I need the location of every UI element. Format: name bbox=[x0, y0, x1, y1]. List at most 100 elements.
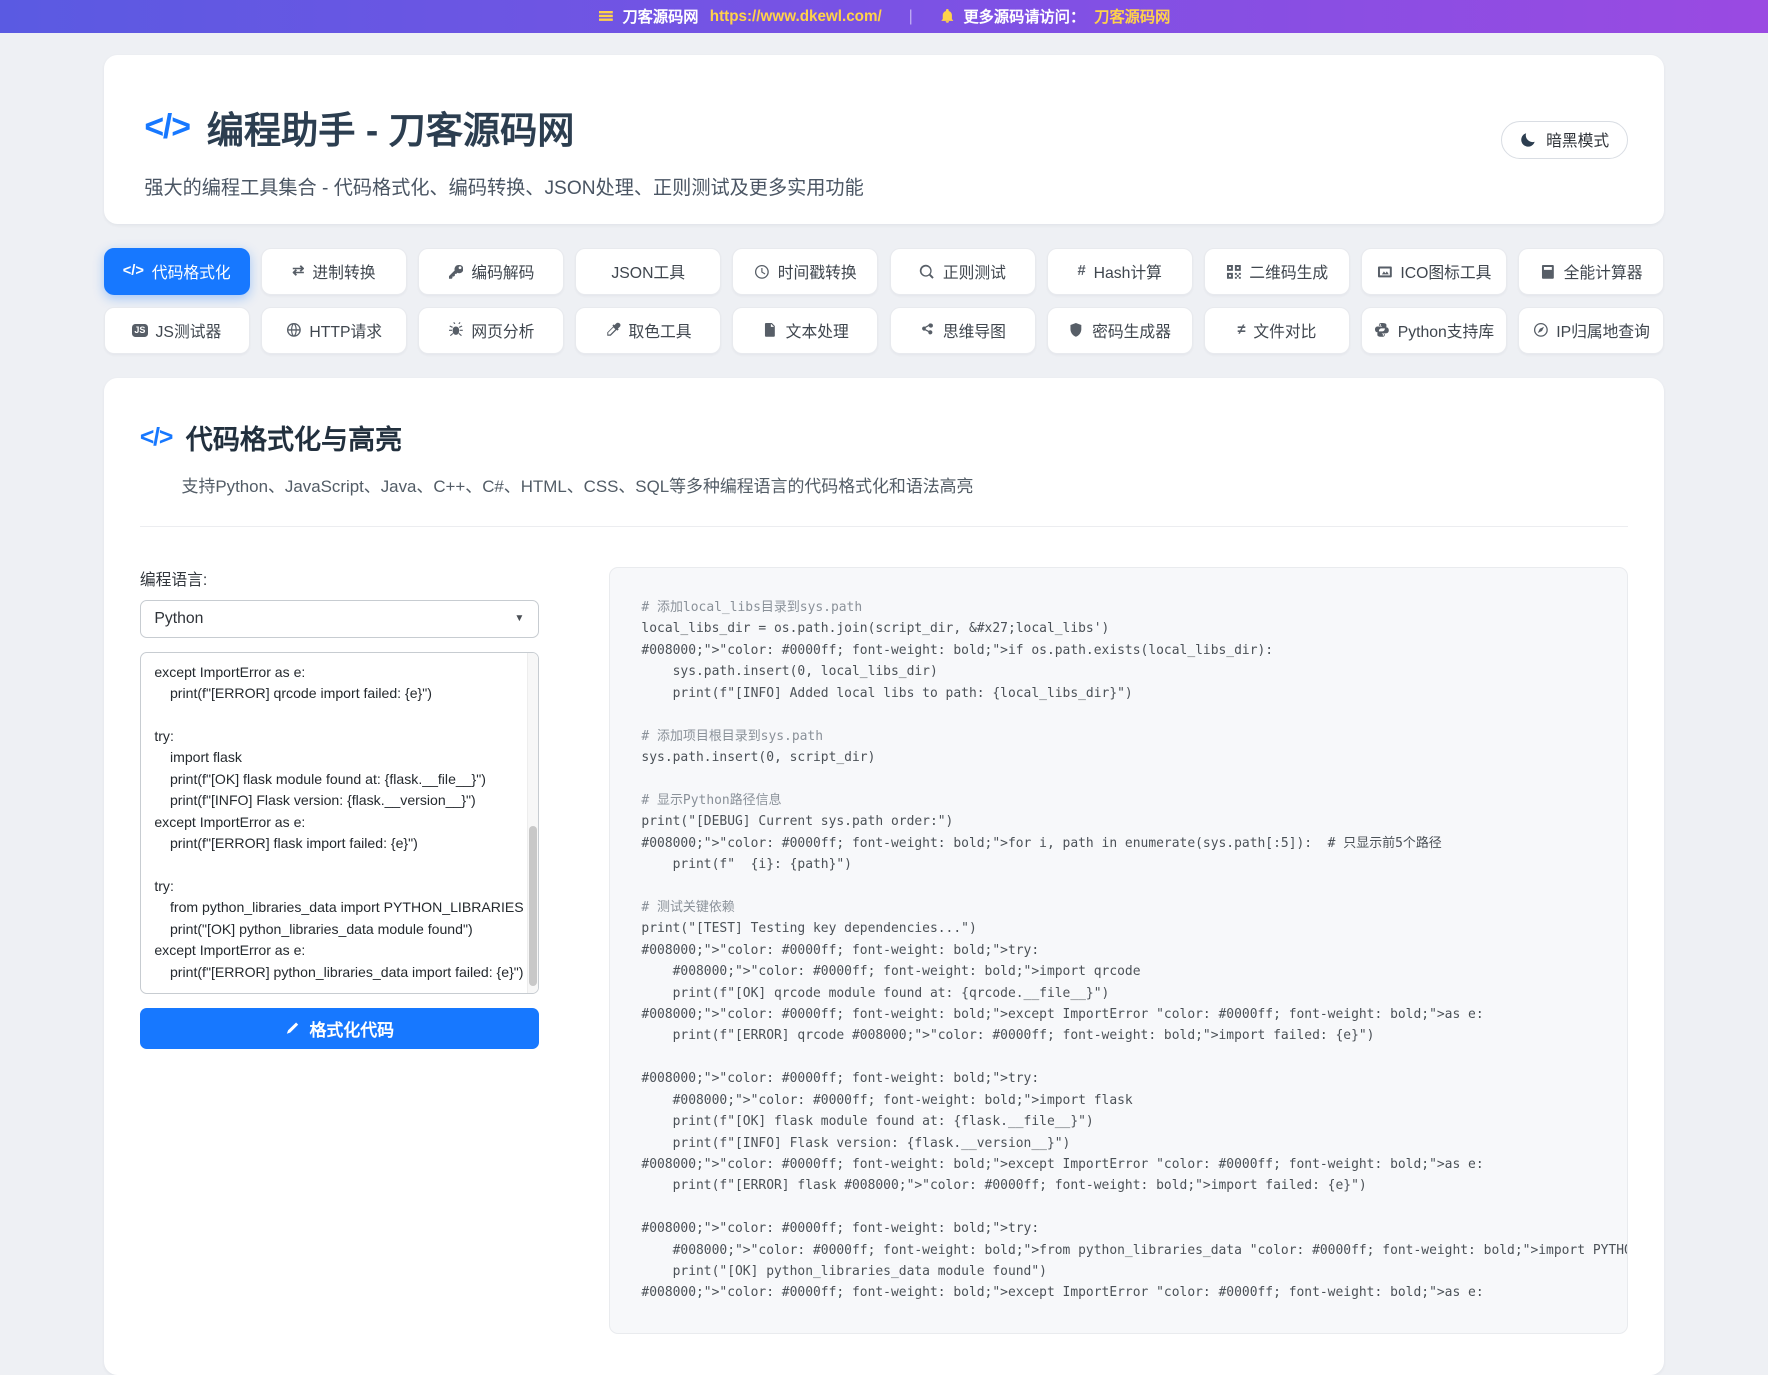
dark-mode-button[interactable]: 暗黑模式 bbox=[1501, 121, 1628, 159]
calculator-icon bbox=[1540, 264, 1556, 280]
code-icon: </> bbox=[140, 424, 172, 452]
dark-mode-label: 暗黑模式 bbox=[1546, 128, 1609, 151]
tab-label: ICO图标工具 bbox=[1400, 260, 1491, 283]
tab-mindmap[interactable]: 思维导图 bbox=[890, 307, 1036, 354]
tab-timestamp-convert[interactable]: 时间戳转换 bbox=[732, 248, 878, 295]
tab-label: 取色工具 bbox=[629, 319, 692, 342]
tab-color-picker[interactable]: 取色工具 bbox=[575, 307, 721, 354]
header-card: </> 编程助手 - 刀客源码网 强大的编程工具集合 - 代码格式化、编码转换、… bbox=[104, 55, 1665, 224]
output-line: print(f"[INFO] Flask version: {flask.__v… bbox=[641, 1133, 1595, 1154]
output-line: #008000;">"color: #0000ff; font-weight: … bbox=[641, 1240, 1595, 1261]
output-line: #008000;">"color: #0000ff; font-weight: … bbox=[641, 1068, 1595, 1089]
code-formatter-panel: </> 代码格式化与高亮 支持Python、JavaScript、Java、C+… bbox=[104, 378, 1665, 1375]
formatted-output: # 添加local_libs目录到sys.pathlocal_libs_dir … bbox=[609, 567, 1628, 1335]
tab-ico-tools[interactable]: ICO图标工具 bbox=[1361, 248, 1507, 295]
spider-icon bbox=[448, 322, 464, 338]
tab-label: Python支持库 bbox=[1398, 319, 1494, 342]
tab-label: 文件对比 bbox=[1253, 319, 1316, 342]
language-select-value: Python bbox=[154, 610, 203, 628]
neq-icon: ≠ bbox=[1237, 323, 1245, 338]
tab-label: 思维导图 bbox=[943, 319, 1006, 342]
tab-js-tester[interactable]: JS JS测试器 bbox=[104, 307, 250, 354]
tab-label: Hash计算 bbox=[1094, 260, 1162, 283]
topbar: 刀客源码网 https://www.dkewl.com/ | 更多源码请访问： … bbox=[0, 0, 1768, 33]
textarea-scrollbar[interactable] bbox=[527, 653, 538, 994]
topbar-site-name: 刀客源码网 bbox=[622, 5, 698, 27]
shield-icon bbox=[1068, 322, 1084, 338]
output-line: # 添加local_libs目录到sys.path bbox=[641, 597, 1595, 618]
topbar-site-url[interactable]: https://www.dkewl.com/ bbox=[710, 8, 882, 25]
tab-code-format[interactable]: </>代码格式化 bbox=[104, 248, 250, 295]
code-input[interactable] bbox=[140, 652, 539, 995]
tool-tabs-row2: JS JS测试器 HTTP请求网页分析 取色工具 文本处理 思维导图 密码生成器 ≠ 文件对比 P… bbox=[104, 307, 1665, 354]
tab-regex-test[interactable]: 正则测试 bbox=[890, 248, 1036, 295]
section-subtitle: 支持Python、JavaScript、Java、C++、C#、HTML、CSS… bbox=[182, 472, 1629, 497]
output-line: print(f"[ERROR] flask #008000;">"color: … bbox=[641, 1175, 1595, 1196]
output-line: #008000;">"color: #0000ff; font-weight: … bbox=[641, 640, 1595, 661]
output-line: #008000;">"color: #0000ff; font-weight: … bbox=[641, 940, 1595, 961]
output-line: print("[DEBUG] Current sys.path order:") bbox=[641, 811, 1595, 832]
output-line: print("[TEST] Testing key dependencies..… bbox=[641, 918, 1595, 939]
tab-label: JSON工具 bbox=[611, 260, 685, 283]
tab-password-generator[interactable]: 密码生成器 bbox=[1047, 307, 1193, 354]
tab-label: 编码解码 bbox=[471, 260, 534, 283]
output-line: print(f"[INFO] Added local libs to path:… bbox=[641, 683, 1595, 704]
tab-qrcode-generate[interactable]: 二维码生成 bbox=[1204, 248, 1350, 295]
output-line bbox=[641, 875, 1595, 896]
tab-ip-lookup[interactable]: IP归属地查询 bbox=[1518, 307, 1664, 354]
textarea-scrollbar-thumb[interactable] bbox=[529, 826, 537, 986]
tab-label: JS测试器 bbox=[156, 319, 222, 342]
language-label: 编程语言: bbox=[140, 567, 539, 590]
topbar-more-link[interactable]: 刀客源码网 bbox=[1094, 5, 1170, 27]
output-line bbox=[641, 1197, 1595, 1218]
tab-label: 进制转换 bbox=[312, 260, 375, 283]
bell-icon bbox=[940, 9, 955, 24]
tab-json-tools[interactable]: JSON工具 bbox=[575, 248, 721, 295]
moon-icon bbox=[1520, 131, 1537, 148]
js-icon: JS bbox=[132, 324, 148, 338]
tab-label: IP归属地查询 bbox=[1556, 319, 1650, 342]
output-line: #008000;">"color: #0000ff; font-weight: … bbox=[641, 1282, 1595, 1303]
output-line: #008000;">"color: #0000ff; font-weight: … bbox=[641, 1004, 1595, 1025]
tab-calculator[interactable]: 全能计算器 bbox=[1518, 248, 1664, 295]
tab-base-convert[interactable]: ⇄ 进制转换 bbox=[261, 248, 407, 295]
section-divider bbox=[140, 526, 1628, 527]
tab-http-request[interactable]: HTTP请求 bbox=[261, 307, 407, 354]
mindmap-icon bbox=[919, 322, 935, 338]
tab-hash-calc[interactable]: #Hash计算 bbox=[1047, 248, 1193, 295]
tab-text-process[interactable]: 文本处理 bbox=[732, 307, 878, 354]
tab-label: 正则测试 bbox=[943, 260, 1006, 283]
list-icon bbox=[598, 8, 614, 24]
page-title: 编程助手 - 刀客源码网 bbox=[207, 100, 575, 154]
exchange-icon: ⇄ bbox=[292, 264, 304, 279]
image-icon bbox=[1377, 264, 1393, 280]
tab-label: 时间戳转换 bbox=[778, 260, 857, 283]
tab-label: 二维码生成 bbox=[1249, 260, 1328, 283]
tab-file-diff[interactable]: ≠ 文件对比 bbox=[1204, 307, 1350, 354]
output-line: # 测试关键依赖 bbox=[641, 897, 1595, 918]
output-line: # 显示Python路径信息 bbox=[641, 790, 1595, 811]
tab-python-libs[interactable]: Python支持库 bbox=[1361, 307, 1507, 354]
output-line: print(f" {i}: {path}") bbox=[641, 854, 1595, 875]
output-line: #008000;">"color: #0000ff; font-weight: … bbox=[641, 961, 1595, 982]
code-icon: </> bbox=[144, 108, 190, 147]
format-button-label: 格式化代码 bbox=[310, 1016, 395, 1041]
tab-web-analyze[interactable]: 网页分析 bbox=[418, 307, 564, 354]
compass-icon bbox=[1533, 322, 1549, 338]
tab-label: 全能计算器 bbox=[1564, 260, 1643, 283]
output-line: #008000;">"color: #0000ff; font-weight: … bbox=[641, 833, 1595, 854]
search-icon bbox=[919, 264, 935, 280]
tab-encode-decode[interactable]: 编码解码 bbox=[418, 248, 564, 295]
format-button[interactable]: 格式化代码 bbox=[140, 1008, 539, 1049]
clock-icon bbox=[754, 264, 770, 280]
output-line: print(f"[OK] flask module found at: {fla… bbox=[641, 1111, 1595, 1132]
output-line: # 添加项目根目录到sys.path bbox=[641, 726, 1595, 747]
language-select[interactable]: Python ▼ bbox=[140, 600, 539, 638]
tab-label: 文本处理 bbox=[786, 319, 849, 342]
eyedropper-icon bbox=[605, 322, 621, 338]
tab-label: 密码生成器 bbox=[1092, 319, 1171, 342]
chevron-down-icon: ▼ bbox=[514, 613, 524, 624]
topbar-divider: | bbox=[909, 8, 913, 25]
output-line: print("[OK] python_libraries_data module… bbox=[641, 1261, 1595, 1282]
key-icon bbox=[448, 264, 464, 280]
